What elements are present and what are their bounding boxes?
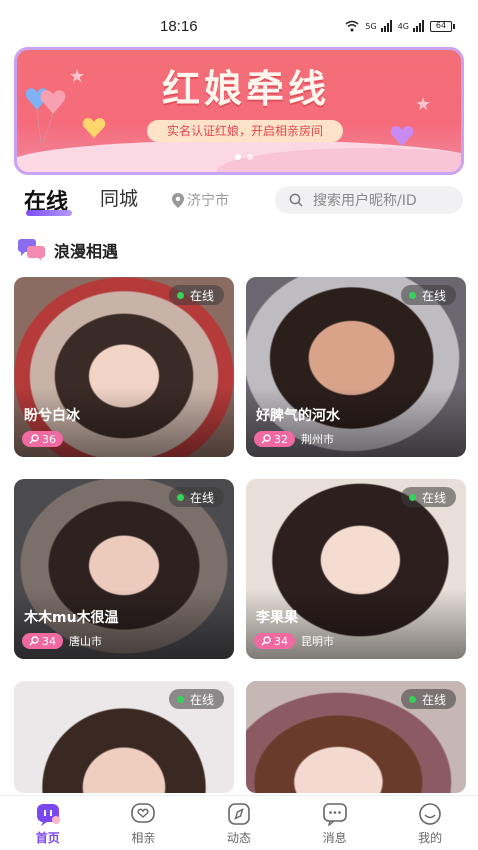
- profile-meta: 34 昆明市: [254, 633, 334, 649]
- age-value: 36: [42, 432, 56, 446]
- network-label-1: 5G: [365, 21, 377, 31]
- online-badge: 在线: [168, 285, 224, 305]
- search-placeholder: 搜索用户昵称/ID: [313, 193, 417, 209]
- nav-profile[interactable]: 我的: [382, 796, 478, 850]
- online-badge: 在线: [400, 689, 456, 709]
- profile-name: 木木mu木很温: [24, 610, 119, 626]
- age-badge: 32: [254, 431, 295, 447]
- location-pin-icon: [172, 192, 184, 208]
- star-icon: ★: [415, 94, 432, 115]
- online-label: 在线: [421, 692, 446, 707]
- smile-icon: [417, 802, 443, 826]
- star-icon: ★: [69, 66, 86, 87]
- age-value: 32: [274, 432, 288, 446]
- network-label-2: 4G: [397, 21, 409, 31]
- profile-meta: 34 唐山市: [22, 633, 102, 649]
- home-icon: [35, 802, 61, 826]
- nav-label: 相亲: [131, 831, 156, 845]
- profile-card[interactable]: 在线: [246, 681, 466, 793]
- banner-title: 红娘牵线: [161, 67, 330, 111]
- online-dot: [176, 695, 184, 703]
- profile-card[interactable]: 在线 木木mu木很温 34 唐山市: [14, 479, 234, 659]
- female-icon: [29, 636, 39, 646]
- nav-label: 动态: [226, 831, 251, 845]
- carousel-dot[interactable]: [247, 154, 253, 160]
- nav-label: 我的: [418, 831, 443, 845]
- age-value: 34: [274, 634, 288, 648]
- online-label: 在线: [421, 490, 446, 505]
- search-input[interactable]: 搜索用户昵称/ID: [275, 186, 463, 214]
- city-label: 唐山市: [69, 635, 102, 648]
- profile-card[interactable]: 在线 李果果 34 昆明市: [246, 479, 466, 659]
- female-icon: [29, 434, 39, 444]
- balloon-hearts-icon: [25, 88, 66, 145]
- status-time: 18:16: [160, 18, 198, 35]
- profile-meta: 36: [22, 431, 69, 447]
- online-badge: 在线: [168, 487, 224, 507]
- female-icon: [261, 636, 271, 646]
- age-value: 34: [42, 634, 56, 648]
- tab-same-city[interactable]: 同城: [100, 184, 138, 211]
- banner-subtitle: 实名认证红娘，开启相亲房间: [147, 120, 343, 142]
- online-dot: [408, 291, 416, 299]
- battery-icon: 64: [430, 20, 455, 32]
- online-dot: [176, 291, 184, 299]
- city-label: 昆明市: [301, 635, 334, 648]
- city-label: 荆州市: [301, 433, 334, 446]
- online-label: 在线: [189, 692, 214, 707]
- signal-icon: [380, 20, 392, 32]
- carousel-dot[interactable]: [235, 154, 241, 160]
- age-badge: 34: [254, 633, 295, 649]
- nav-moments[interactable]: 动态: [191, 796, 287, 850]
- online-label: 在线: [189, 490, 214, 505]
- online-label: 在线: [421, 288, 446, 303]
- bottom-nav: 首页 相亲 动态 消息 我的: [0, 795, 478, 850]
- promo-banner[interactable]: ★ ★ 红娘牵线 实名认证红娘，开启相亲房间: [14, 47, 464, 175]
- profile-card[interactable]: 在线 好脾气的河水 32 荆州市: [246, 277, 466, 457]
- online-dot: [176, 493, 184, 501]
- profile-name: 好脾气的河水: [256, 408, 340, 424]
- compass-icon: [226, 802, 252, 826]
- age-badge: 34: [22, 633, 63, 649]
- online-dot: [408, 695, 416, 703]
- location-selector[interactable]: 济宁市: [172, 190, 229, 210]
- online-dot: [408, 493, 416, 501]
- heart-icon: [82, 118, 106, 138]
- wifi-icon: [345, 20, 359, 32]
- location-label: 济宁市: [187, 193, 229, 209]
- section-header: 浪漫相遇: [18, 238, 118, 262]
- online-badge: 在线: [400, 487, 456, 507]
- nav-label: 首页: [35, 831, 60, 845]
- nav-messages[interactable]: 消息: [287, 796, 383, 850]
- profile-name: 李果果: [256, 610, 298, 626]
- online-label: 在线: [189, 288, 214, 303]
- nav-label: 消息: [322, 831, 347, 845]
- female-icon: [261, 434, 271, 444]
- message-icon: [322, 802, 348, 826]
- status-bar: 18:16 5G 4G 64: [0, 0, 478, 40]
- profile-meta: 32 荆州市: [254, 431, 334, 447]
- heart-icon: [390, 126, 414, 146]
- online-badge: 在线: [168, 689, 224, 709]
- profile-card[interactable]: 在线: [14, 681, 234, 793]
- age-badge: 36: [22, 431, 63, 447]
- heart-chat-icon: [130, 802, 156, 826]
- section-title: 浪漫相遇: [54, 242, 119, 261]
- nav-dating[interactable]: 相亲: [96, 796, 192, 850]
- online-badge: 在线: [400, 285, 456, 305]
- profile-name: 盼兮白冰: [24, 408, 80, 424]
- chat-bubbles-icon: [18, 239, 45, 261]
- signal-icon: [413, 20, 424, 32]
- profile-card[interactable]: 在线 盼兮白冰 36: [14, 277, 234, 457]
- status-icons: 5G 4G 64: [345, 20, 455, 32]
- nav-home[interactable]: 首页: [0, 796, 96, 850]
- carousel-dots: [235, 154, 253, 160]
- tab-underline: [26, 210, 72, 216]
- search-icon: [289, 193, 303, 207]
